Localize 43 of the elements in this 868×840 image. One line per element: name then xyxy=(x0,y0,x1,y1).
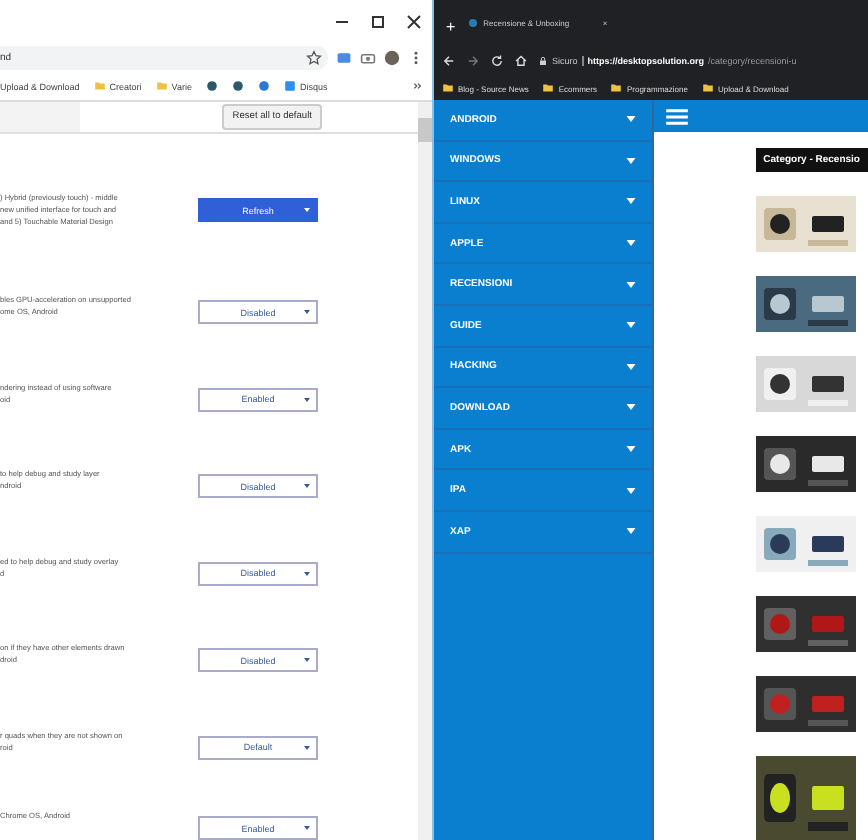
scrollbar[interactable] xyxy=(418,102,432,840)
folder-icon xyxy=(701,82,714,94)
folder-icon xyxy=(93,80,106,92)
caret-icon xyxy=(625,487,636,494)
extension-icon[interactable] xyxy=(336,50,352,66)
caret-icon xyxy=(304,310,310,314)
maximize-icon[interactable] xyxy=(370,14,386,30)
reload-icon[interactable] xyxy=(490,53,504,67)
caret-icon xyxy=(625,116,636,123)
caret-icon xyxy=(625,281,636,288)
folder-icon xyxy=(442,82,454,94)
caret-icon xyxy=(625,322,636,329)
caret-icon xyxy=(304,826,310,830)
folder-icon xyxy=(542,82,555,94)
home-icon[interactable] xyxy=(514,53,528,67)
site-icon xyxy=(467,17,478,27)
caret-icon xyxy=(625,157,636,164)
caret-icon xyxy=(625,446,636,453)
caret-icon xyxy=(304,745,310,749)
site-icon xyxy=(283,80,296,92)
caret-icon xyxy=(304,571,310,575)
caret-icon xyxy=(304,484,310,488)
lock-icon xyxy=(538,55,548,65)
camera-icon[interactable] xyxy=(360,50,376,66)
caret-icon xyxy=(625,240,636,247)
menu-icon[interactable] xyxy=(665,107,688,125)
close-icon[interactable] xyxy=(406,14,422,30)
caret-icon xyxy=(625,363,636,370)
forward-icon[interactable] xyxy=(466,53,480,67)
caret-icon xyxy=(625,404,636,411)
avatar-icon[interactable] xyxy=(384,50,400,66)
search-field[interactable] xyxy=(0,102,80,132)
folder-icon xyxy=(610,82,623,94)
folder-icon xyxy=(155,80,168,92)
caret-icon xyxy=(625,198,636,205)
caret-icon xyxy=(304,397,310,401)
star-icon[interactable] xyxy=(306,50,322,66)
caret-icon xyxy=(625,528,636,535)
caret-icon xyxy=(304,658,310,662)
new-tab-button[interactable]: + xyxy=(446,12,456,44)
back-icon[interactable] xyxy=(442,53,456,67)
caret-icon xyxy=(304,208,310,212)
chevron-icon[interactable] xyxy=(412,80,424,92)
